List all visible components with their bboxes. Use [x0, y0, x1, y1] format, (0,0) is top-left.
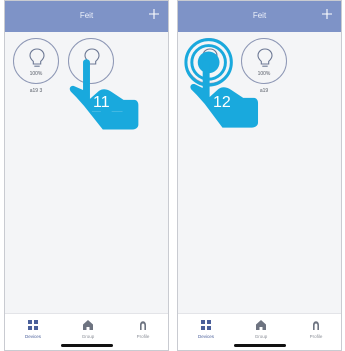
grid-icon — [201, 320, 211, 330]
device-tile[interactable] — [186, 38, 232, 100]
nav-bar: Feit — [5, 1, 168, 32]
step-number: 11 — [93, 94, 110, 111]
page-title: Feit — [252, 11, 267, 20]
tab-label: Group — [254, 334, 268, 339]
tab-group[interactable]: Group — [241, 319, 281, 341]
home-icon — [256, 320, 266, 330]
device-circle[interactable] — [68, 38, 114, 84]
tab-devices[interactable]: Devices — [186, 319, 226, 341]
grid-icon — [28, 320, 38, 330]
tab-label: Profile — [136, 334, 150, 339]
page-title: Feit — [79, 11, 94, 20]
device-brightness: 100% — [29, 71, 43, 77]
tab-label: Devices — [24, 334, 41, 339]
device-list: 100% a19 12 — [178, 32, 341, 315]
home-icon — [83, 320, 93, 330]
plus-icon — [322, 9, 332, 19]
tab-devices[interactable]: Devices — [13, 319, 53, 341]
device-circle[interactable]: 100% — [241, 38, 287, 84]
tab-label: Profile — [309, 334, 323, 339]
device-tile[interactable] — [68, 38, 114, 100]
add-device-button[interactable] — [318, 4, 336, 24]
device-tile[interactable]: 100% a19 3 — [13, 38, 59, 100]
device-list: 100% a19 3 11 — [5, 32, 168, 315]
tab-label: Group — [81, 334, 95, 339]
bulb-icon — [257, 48, 273, 67]
bulb-icon — [29, 48, 45, 67]
phone-screen-right: Feit 100% a19 12 Devices Group Profile — [177, 0, 342, 351]
add-device-button[interactable] — [145, 4, 163, 24]
tab-bar: Devices Group Profile — [5, 313, 168, 350]
tab-label: Devices — [197, 334, 214, 339]
bulb-icon — [84, 48, 100, 65]
tab-profile[interactable]: Profile — [123, 319, 163, 341]
plus-icon — [149, 9, 159, 19]
profile-icon — [313, 321, 319, 330]
device-circle[interactable] — [186, 38, 232, 84]
tab-bar: Devices Group Profile — [178, 313, 341, 350]
profile-icon — [140, 321, 146, 330]
nav-bar: Feit — [178, 1, 341, 32]
phone-screen-left: Feit 100% a19 3 11 Devices Group Profile — [4, 0, 169, 351]
device-name: a19 3 — [29, 88, 43, 94]
device-circle[interactable]: 100% — [13, 38, 59, 84]
tab-profile[interactable]: Profile — [296, 319, 336, 341]
home-indicator — [60, 344, 113, 347]
home-indicator — [233, 344, 286, 347]
device-name: a19 — [259, 88, 269, 94]
step-number: 12 — [213, 94, 231, 111]
bulb-icon — [202, 48, 218, 65]
tab-group[interactable]: Group — [68, 319, 108, 341]
device-brightness: 100% — [257, 71, 271, 77]
device-tile[interactable]: 100% a19 — [241, 38, 287, 100]
